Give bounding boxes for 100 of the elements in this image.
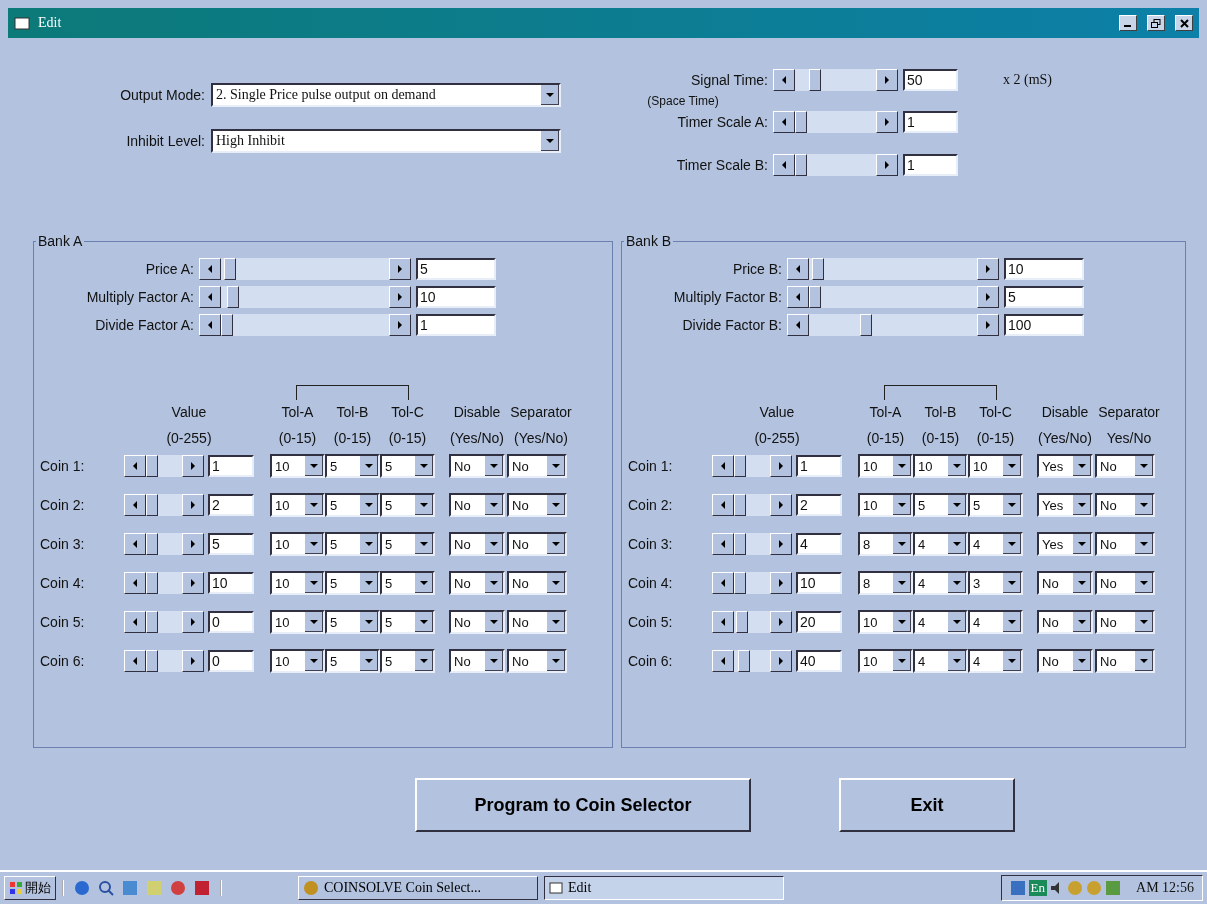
dropdown[interactable]: No [1095, 571, 1155, 595]
dropdown[interactable]: No [507, 454, 567, 478]
dropdown[interactable]: No [507, 571, 567, 595]
program-button[interactable]: Program to Coin Selector [415, 778, 751, 832]
dropdown[interactable]: 8 [858, 571, 913, 595]
taskbar-task[interactable]: COINSOLVE Coin Select... [298, 876, 538, 900]
field-sublabel: (Space Time) [646, 94, 720, 108]
value-field[interactable]: 5 [1004, 286, 1084, 308]
value-field[interactable]: 5 [416, 258, 496, 280]
dropdown[interactable]: No [1095, 454, 1155, 478]
field-label: Price A: [144, 261, 194, 277]
dropdown[interactable]: No [449, 454, 505, 478]
dropdown[interactable]: 10 [270, 454, 325, 478]
dropdown[interactable]: No [1037, 649, 1093, 673]
dropdown[interactable]: 5 [325, 571, 380, 595]
dropdown[interactable]: 10 [270, 532, 325, 556]
dropdown[interactable]: 5 [325, 493, 380, 517]
value-field[interactable]: 10 [796, 572, 842, 594]
dropdown[interactable]: 10 [270, 571, 325, 595]
dropdown[interactable]: No [507, 610, 567, 634]
value-field[interactable]: 1 [208, 455, 254, 477]
row-label: Coin 5: [40, 614, 86, 630]
dropdown[interactable]: No [1095, 610, 1155, 634]
value-field[interactable]: 20 [796, 611, 842, 633]
dropdown[interactable]: 10 [270, 493, 325, 517]
dropdown[interactable]: 10 [270, 649, 325, 673]
row-label: Coin 4: [40, 575, 86, 591]
value-field[interactable]: 1 [903, 111, 958, 133]
dropdown[interactable]: 5 [380, 493, 435, 517]
dropdown[interactable]: 5 [325, 454, 380, 478]
row-label: Coin 6: [40, 653, 86, 669]
dropdown[interactable]: 4 [968, 649, 1023, 673]
exit-button[interactable]: Exit [839, 778, 1015, 832]
dropdown[interactable]: No [1095, 649, 1155, 673]
dropdown[interactable]: 10 [858, 610, 913, 634]
field-label: Timer Scale A: [676, 114, 768, 130]
dropdown[interactable]: 5 [968, 493, 1023, 517]
taskbar-task[interactable]: Edit [544, 876, 784, 900]
dropdown[interactable]: No [1095, 532, 1155, 556]
dropdown[interactable]: 5 [913, 493, 968, 517]
dropdown[interactable]: 4 [913, 571, 968, 595]
dropdown[interactable]: No [449, 649, 505, 673]
dropdown[interactable]: 5 [380, 571, 435, 595]
dropdown[interactable]: 5 [380, 454, 435, 478]
dropdown[interactable]: Yes [1037, 532, 1093, 556]
dropdown[interactable]: 10 [270, 610, 325, 634]
dropdown[interactable]: No [1095, 493, 1155, 517]
dropdown[interactable]: 10 [968, 454, 1023, 478]
dropdown[interactable]: 8 [858, 532, 913, 556]
value-field[interactable]: 10 [416, 286, 496, 308]
dropdown[interactable]: Yes [1037, 454, 1093, 478]
dropdown[interactable]: No [507, 649, 567, 673]
dropdown[interactable]: 10 [858, 454, 913, 478]
dropdown[interactable]: 10 [858, 649, 913, 673]
value-field[interactable]: 5 [208, 533, 254, 555]
group-title: Bank A [37, 233, 84, 249]
column-header: Tol-B [923, 404, 958, 420]
dropdown[interactable]: No [449, 532, 505, 556]
dropdown[interactable]: No [507, 493, 567, 517]
dropdown[interactable]: 5 [325, 610, 380, 634]
value-field[interactable]: 100 [1004, 314, 1084, 336]
dropdown[interactable]: High Inhibit [211, 129, 561, 153]
column-subheader: (0-15) [975, 430, 1016, 446]
value-field[interactable]: 2 [796, 494, 842, 516]
dropdown[interactable]: 10 [913, 454, 968, 478]
value-field[interactable]: 1 [796, 455, 842, 477]
value-field[interactable]: 1 [903, 154, 958, 176]
dropdown[interactable]: 2. Single Price pulse output on demand [211, 83, 561, 107]
group-title: Bank B [625, 233, 673, 249]
value-field[interactable]: 40 [796, 650, 842, 672]
dropdown[interactable]: No [449, 493, 505, 517]
value-field[interactable]: 1 [416, 314, 496, 336]
dropdown[interactable]: 5 [380, 610, 435, 634]
dropdown[interactable]: 5 [380, 532, 435, 556]
value-field[interactable]: 50 [903, 69, 958, 91]
dropdown[interactable]: 4 [913, 610, 968, 634]
dropdown[interactable]: 4 [968, 532, 1023, 556]
dropdown[interactable]: No [507, 532, 567, 556]
dropdown[interactable]: 3 [968, 571, 1023, 595]
value-field[interactable]: 10 [208, 572, 254, 594]
dropdown[interactable]: 5 [325, 532, 380, 556]
column-header: Disable [1040, 404, 1090, 420]
dropdown[interactable]: No [449, 610, 505, 634]
dropdown[interactable]: No [1037, 610, 1093, 634]
column-subheader: (0-15) [387, 430, 428, 446]
value-field[interactable]: 4 [796, 533, 842, 555]
dropdown[interactable]: 4 [913, 649, 968, 673]
dropdown[interactable]: 5 [325, 649, 380, 673]
dropdown[interactable]: No [1037, 571, 1093, 595]
value-field[interactable]: 2 [208, 494, 254, 516]
value-field[interactable]: 0 [208, 650, 254, 672]
start-button[interactable]: 開始 [4, 876, 56, 900]
dropdown[interactable]: 5 [380, 649, 435, 673]
dropdown[interactable]: 4 [913, 532, 968, 556]
value-field[interactable]: 0 [208, 611, 254, 633]
dropdown[interactable]: 10 [858, 493, 913, 517]
dropdown[interactable]: 4 [968, 610, 1023, 634]
dropdown[interactable]: Yes [1037, 493, 1093, 517]
value-field[interactable]: 10 [1004, 258, 1084, 280]
dropdown[interactable]: No [449, 571, 505, 595]
